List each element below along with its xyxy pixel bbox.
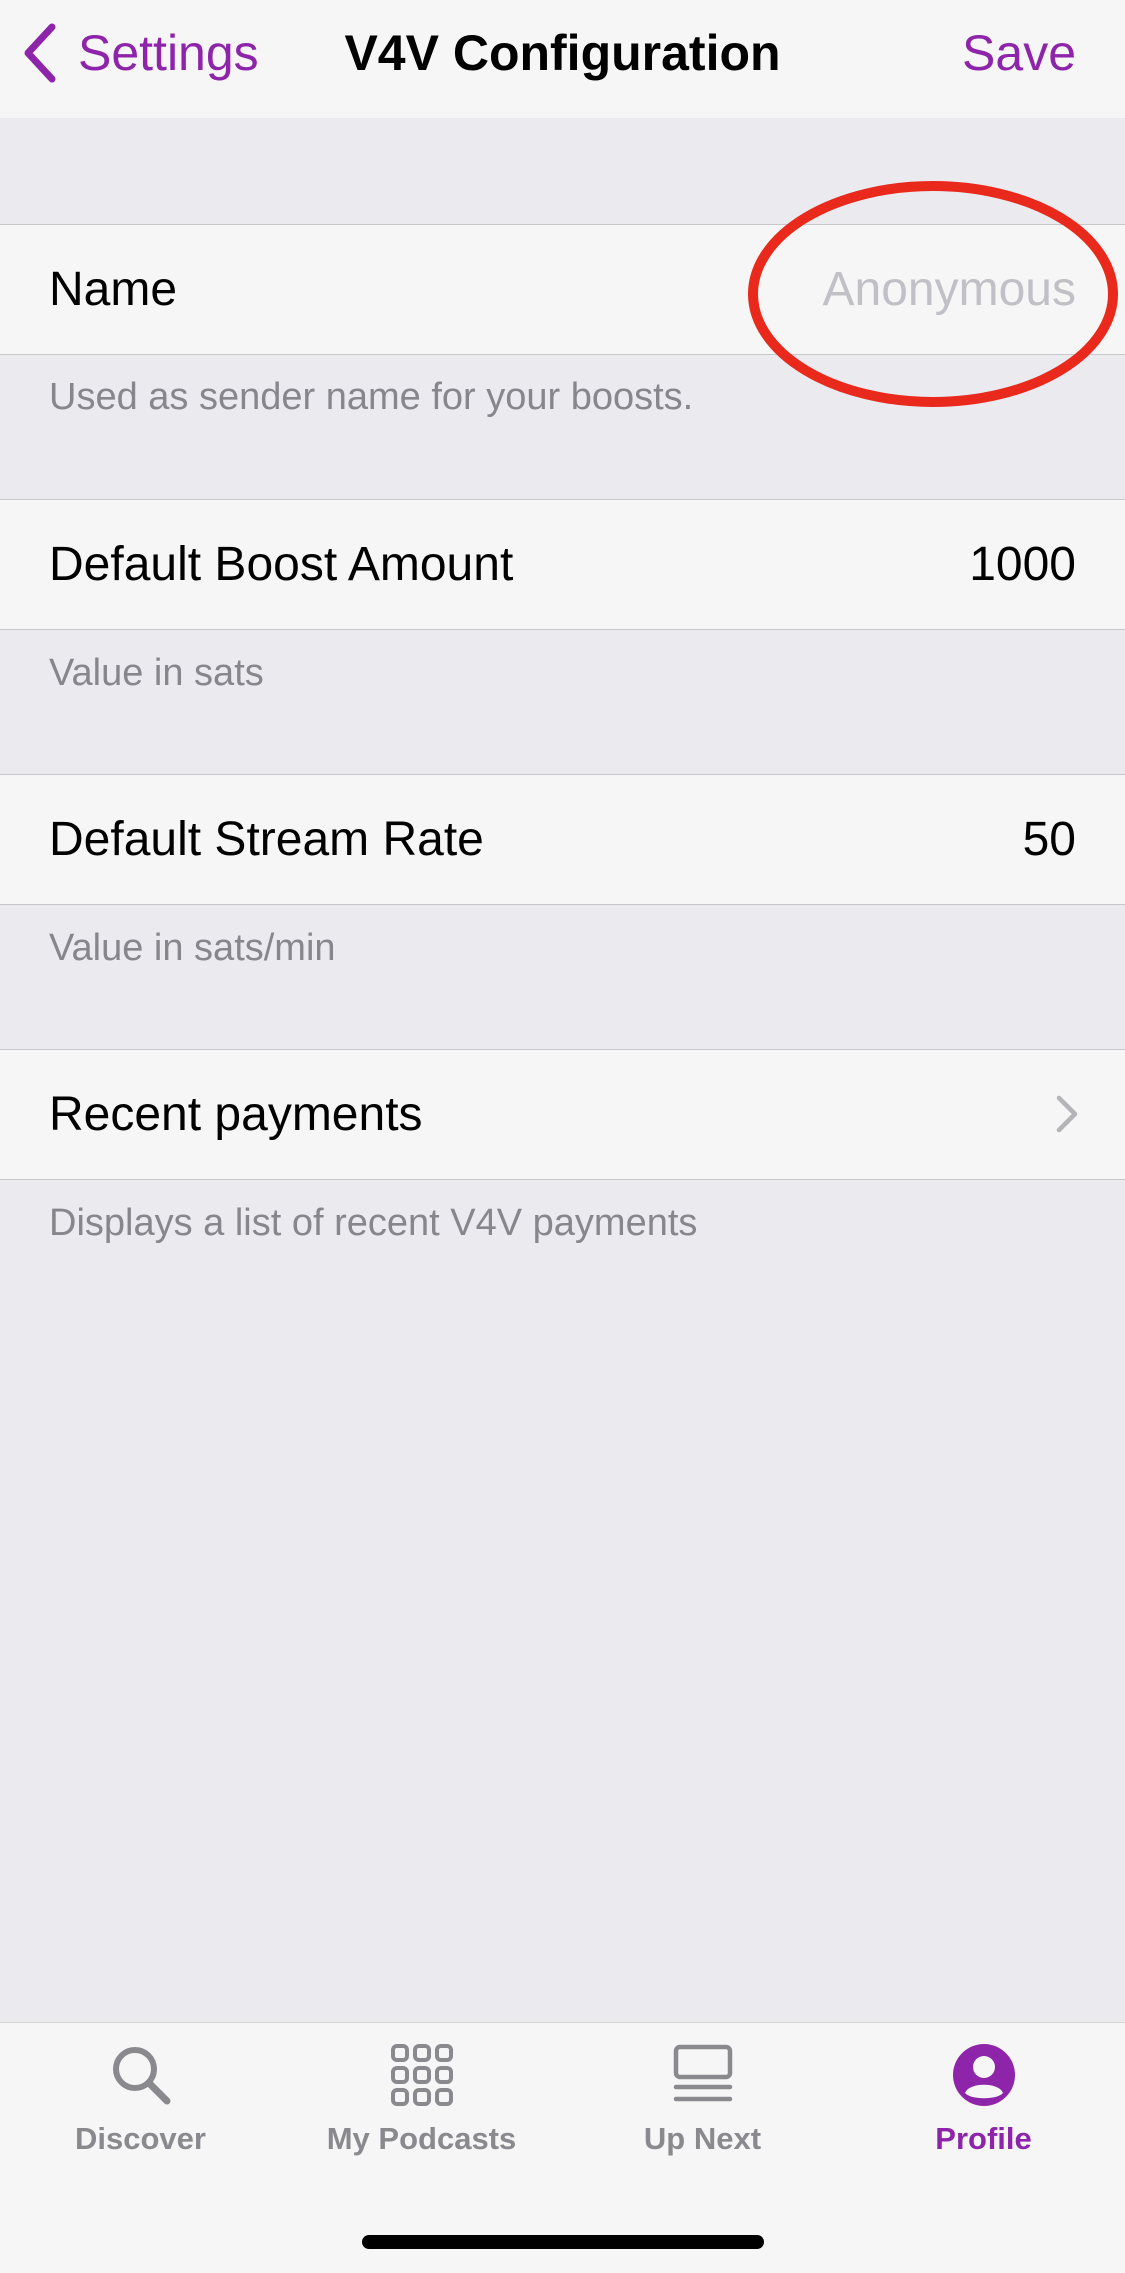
tab-up-next-label: Up Next xyxy=(643,2121,762,2156)
tab-discover[interactable]: Discover xyxy=(0,2043,281,2193)
stream-rate-footer: Value in sats/min xyxy=(49,927,336,969)
save-button[interactable]: Save xyxy=(962,18,1076,88)
tab-discover-label: Discover xyxy=(75,2121,206,2156)
profile-icon xyxy=(952,2044,1015,2106)
tab-profile-label: Profile xyxy=(935,2121,1032,2156)
boost-amount-input[interactable]: 1000 xyxy=(969,500,1076,629)
boost-amount-footer: Value in sats xyxy=(49,652,264,694)
tab-profile[interactable]: Profile xyxy=(843,2043,1124,2193)
name-cell[interactable]: Name Anonymous xyxy=(0,224,1125,355)
queue-icon xyxy=(673,2044,732,2102)
recent-payments-footer: Displays a list of recent V4V payments xyxy=(49,1202,698,1244)
recent-payments-cell[interactable]: Recent payments xyxy=(0,1049,1125,1180)
tab-up-next[interactable]: Up Next xyxy=(562,2043,843,2193)
stream-rate-cell[interactable]: Default Stream Rate 50 xyxy=(0,774,1125,905)
stream-rate-label: Default Stream Rate xyxy=(49,813,484,866)
chevron-right-icon xyxy=(1056,1095,1078,1133)
name-footer: Used as sender name for your boosts. xyxy=(49,376,694,418)
name-input[interactable]: Anonymous xyxy=(823,225,1076,354)
search-icon xyxy=(112,2047,170,2105)
home-indicator[interactable] xyxy=(362,2235,764,2249)
boost-amount-cell[interactable]: Default Boost Amount 1000 xyxy=(0,499,1125,630)
boost-amount-label: Default Boost Amount xyxy=(49,538,514,591)
page-title: V4V Configuration xyxy=(344,25,781,81)
name-label: Name xyxy=(49,263,178,316)
recent-payments-label: Recent payments xyxy=(49,1088,423,1141)
grid-icon xyxy=(390,2044,453,2106)
navigation-bar: Settings V4V Configuration Save xyxy=(0,0,1125,118)
stream-rate-input[interactable]: 50 xyxy=(1023,775,1076,904)
tab-my-podcasts-label: My Podcasts xyxy=(326,2121,517,2156)
tab-my-podcasts[interactable]: My Podcasts xyxy=(281,2043,562,2193)
